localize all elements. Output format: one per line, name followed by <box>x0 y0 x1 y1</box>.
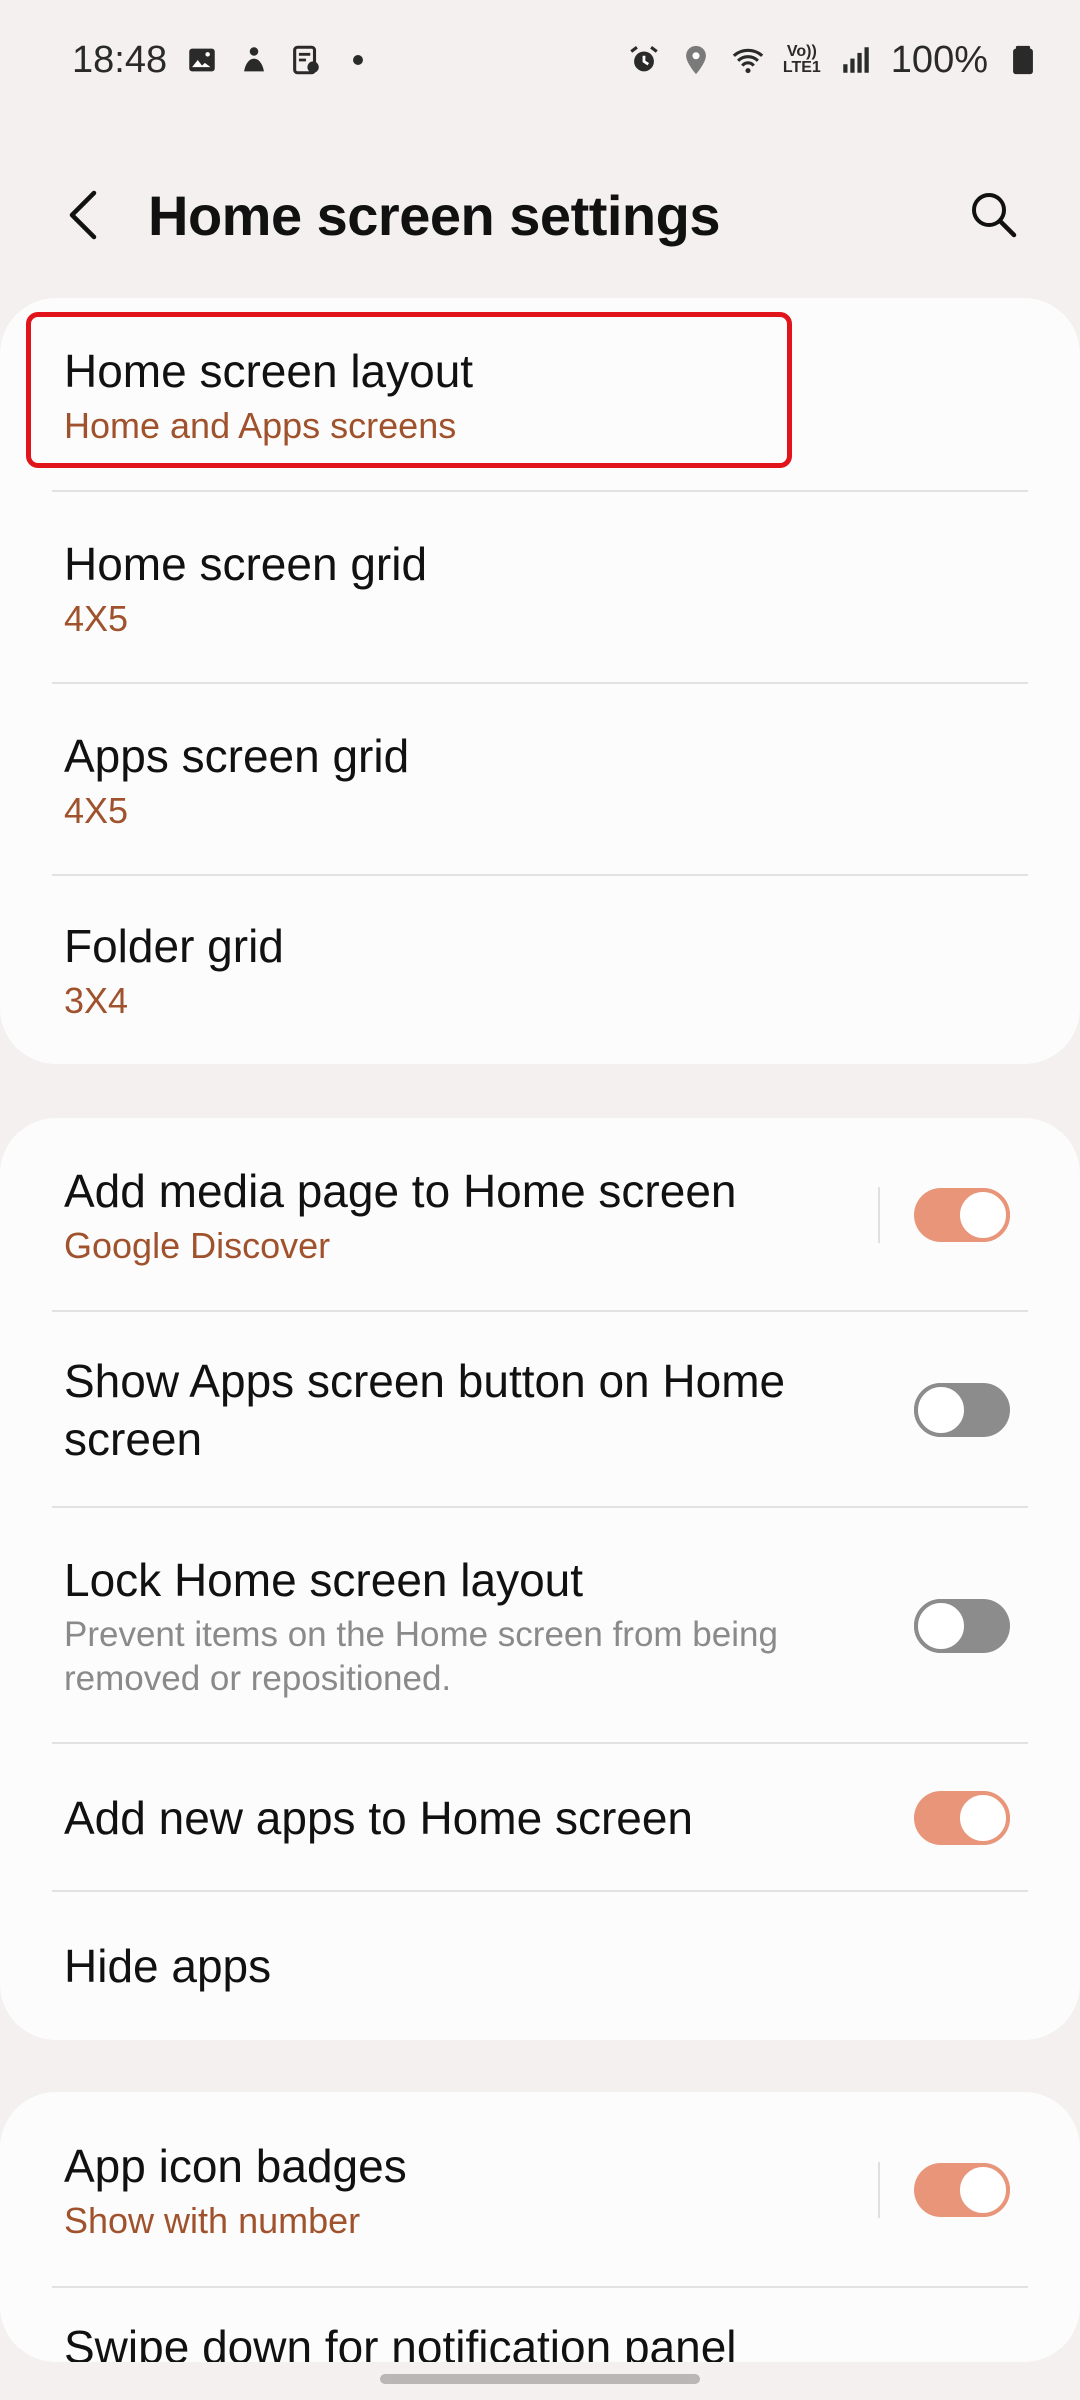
lock-layout-toggle[interactable] <box>914 1599 1010 1653</box>
bixby-icon <box>237 43 271 77</box>
search-icon <box>972 193 1017 238</box>
hide-apps-item[interactable]: Hide apps <box>0 1892 1080 2040</box>
item-title: Add media page to Home screen <box>64 1165 737 1217</box>
app-icon-badges-toggle[interactable] <box>914 2163 1010 2217</box>
status-bar: 18:48 Vo)) LTE1 100% <box>0 0 1080 120</box>
swipe-down-notification-item[interactable]: Swipe down for notification panel <box>0 2288 1080 2362</box>
add-new-apps-toggle[interactable] <box>914 1791 1010 1845</box>
home-options-card: Add media page to Home screen Google Dis… <box>0 1118 1080 2040</box>
back-arrow-icon <box>69 190 97 240</box>
app-bar: Home screen settings <box>0 160 1080 270</box>
notifications-card: App icon badges Show with number Swipe d… <box>0 2092 1080 2362</box>
signal-icon <box>839 43 873 77</box>
home-screen-grid-item[interactable]: Home screen grid 4X5 <box>0 492 1080 684</box>
vertical-separator <box>878 2162 880 2218</box>
location-icon <box>679 43 713 77</box>
show-apps-button-item[interactable]: Show Apps screen button on Home screen <box>0 1312 1080 1508</box>
item-title: Hide apps <box>64 1940 272 1992</box>
item-title: Add new apps to Home screen <box>64 1792 694 1844</box>
back-button[interactable] <box>56 187 112 243</box>
item-subtitle: Show with number <box>64 2200 361 2241</box>
notes-icon <box>289 43 323 77</box>
gallery-icon <box>185 43 219 77</box>
app-icon-badges-item[interactable]: App icon badges Show with number <box>0 2092 1080 2288</box>
status-left: 18:48 <box>72 39 375 82</box>
item-title: App icon badges <box>64 2140 407 2192</box>
item-subtitle: Google Discover <box>64 1225 331 1266</box>
item-title: Show Apps screen button on Home screen <box>64 1355 786 1465</box>
status-right: Vo)) LTE1 100% <box>627 39 1040 82</box>
folder-grid-item[interactable]: Folder grid 3X4 <box>0 876 1080 1064</box>
item-subtitle: 4X5 <box>64 598 129 639</box>
item-description: Prevent items on the Home screen from be… <box>64 1615 778 1698</box>
item-subtitle: 3X4 <box>64 980 129 1021</box>
add-media-page-item[interactable]: Add media page to Home screen Google Dis… <box>0 1118 1080 1312</box>
highlight-box <box>26 312 792 468</box>
item-subtitle: 4X5 <box>64 790 129 831</box>
volte-icon: Vo)) LTE1 <box>782 43 821 76</box>
dot-icon <box>341 43 375 77</box>
item-title: Folder grid <box>64 920 284 972</box>
item-title: Swipe down for notification panel <box>64 2321 737 2362</box>
item-title: Home screen grid <box>64 538 428 590</box>
item-title: Lock Home screen layout <box>64 1554 584 1606</box>
apps-screen-grid-item[interactable]: Apps screen grid 4X5 <box>0 684 1080 876</box>
page-title: Home screen settings <box>148 183 720 247</box>
vertical-separator <box>878 1187 880 1243</box>
battery-icon <box>1006 43 1040 77</box>
battery-level: 100% <box>890 38 988 81</box>
search-button[interactable] <box>964 185 1024 245</box>
status-time: 18:48 <box>72 38 168 81</box>
item-title: Apps screen grid <box>64 730 410 782</box>
navigation-handle[interactable] <box>380 2374 700 2384</box>
wifi-icon <box>731 43 765 77</box>
alarm-icon <box>627 43 661 77</box>
add-media-page-toggle[interactable] <box>914 1188 1010 1242</box>
lock-layout-item[interactable]: Lock Home screen layout Prevent items on… <box>0 1508 1080 1744</box>
add-new-apps-item[interactable]: Add new apps to Home screen <box>0 1744 1080 1892</box>
show-apps-button-toggle[interactable] <box>914 1383 1010 1437</box>
